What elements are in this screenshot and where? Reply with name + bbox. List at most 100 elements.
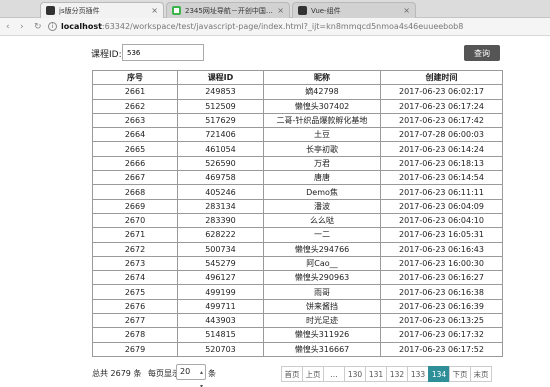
- table-row: 2674 496127 懒惶头290963 2017-06-23 06:16:27: [92, 270, 503, 286]
- table-row: 2662 512509 懒惶头307402 2017-06-23 06:17:24: [92, 98, 503, 114]
- cell-created-time: 2017-06-23 06:16:27: [380, 270, 503, 286]
- table-row: 2679 520703 懒惶头316667 2017-06-23 06:17:52: [92, 341, 503, 357]
- cell-course-id: 249853: [177, 84, 264, 100]
- cell-nickname: 懒惶头307402: [263, 98, 381, 114]
- table-row: 2676 499711 饼来酱挡 2017-06-23 06:16:39: [92, 298, 503, 315]
- cell-index: 2676: [92, 298, 178, 315]
- cell-course-id: 514815: [177, 327, 264, 343]
- cell-index: 2665: [92, 141, 178, 157]
- cell-created-time: 2017-06-23 06:14:24: [380, 141, 503, 157]
- per-page-select[interactable]: 20 ▴ ▾: [176, 364, 206, 387]
- page-favicon-icon: [298, 6, 307, 15]
- cell-index: 2678: [92, 327, 178, 343]
- cell-course-id: 461054: [177, 141, 264, 157]
- cell-created-time: 2017-06-23 06:04:09: [380, 198, 503, 214]
- cell-created-time: 2017-06-23 06:17:42: [380, 112, 503, 129]
- table-row: 2678 514815 懒惶头311926 2017-06-23 06:17:32: [92, 327, 503, 343]
- table-row: 2670 283390 么么哒 2017-06-23 06:04:10: [92, 212, 503, 229]
- cell-nickname: 阿Cao__: [263, 255, 381, 272]
- cell-nickname: 唐唐: [263, 170, 381, 186]
- cell-created-time: 2017-07-28 06:00:03: [380, 127, 503, 143]
- cell-index: 2672: [92, 241, 178, 257]
- cell-index: 2677: [92, 313, 178, 329]
- cell-index: 2668: [92, 184, 178, 200]
- cell-course-id: 499711: [177, 298, 264, 315]
- cell-created-time: 2017-06-23 06:11:11: [380, 184, 503, 200]
- table-row: 2668 405246 Demo焦 2017-06-23 06:11:11: [92, 184, 503, 200]
- cell-nickname: 懒惶头316667: [263, 341, 381, 357]
- page-favicon-icon: [172, 6, 181, 15]
- cell-created-time: 2017-06-23 16:00:30: [380, 255, 503, 272]
- cell-index: 2673: [92, 255, 178, 272]
- cell-course-id: 469758: [177, 170, 264, 186]
- cell-nickname: 二哥-针织品爆款孵化基地: [263, 112, 381, 129]
- close-icon[interactable]: ×: [403, 6, 410, 15]
- course-id-input[interactable]: [122, 44, 204, 61]
- cell-nickname: 懒惶头294766: [263, 241, 381, 257]
- cell-index: 2679: [92, 341, 178, 357]
- cell-index: 2662: [92, 98, 178, 114]
- table-row: 2677 443903 时光足迹 2017-06-23 06:13:25: [92, 313, 503, 329]
- cell-nickname: 么么哒: [263, 212, 381, 229]
- cell-index: 2669: [92, 198, 178, 214]
- cell-course-id: 628222: [177, 227, 264, 243]
- table-row: 2675 499199 雨哥 2017-06-23 06:16:38: [92, 284, 503, 300]
- table-row: 2669 283134 潘波 2017-06-23 06:04:09: [92, 198, 503, 214]
- cell-created-time: 2017-06-23 06:17:24: [380, 98, 503, 114]
- cell-course-id: 526590: [177, 155, 264, 172]
- search-button[interactable]: 查询: [464, 45, 500, 61]
- table-row: 2664 721406 土豆 2017-07-28 06:00:03: [92, 127, 503, 143]
- page-favicon-icon: [46, 6, 55, 15]
- cell-nickname: 时光足迹: [263, 313, 381, 329]
- table-row: 2666 526590 万君 2017-06-23 06:18:13: [92, 155, 503, 172]
- pager-page-134[interactable]: 134: [428, 366, 450, 382]
- cell-course-id: 499199: [177, 284, 264, 300]
- info-icon[interactable]: i: [48, 22, 57, 31]
- column-header-nickname: 昵称: [263, 69, 381, 86]
- cell-created-time: 2017-06-23 06:17:32: [380, 327, 503, 343]
- pager-page-130[interactable]: 130: [344, 366, 366, 382]
- cell-nickname: 饼来酱挡: [263, 298, 381, 315]
- forward-arrow-icon[interactable]: ›: [20, 22, 30, 32]
- cell-created-time: 2017-06-23 06:17:52: [380, 341, 503, 357]
- cell-course-id: 443903: [177, 313, 264, 329]
- cell-nickname: 潘波: [263, 198, 381, 214]
- browser-tab[interactable]: js版分页插件 ×: [40, 2, 164, 18]
- cell-index: 2670: [92, 212, 178, 229]
- cell-course-id: 496127: [177, 270, 264, 286]
- pagination: 首页 上页... 130 131 132 133 134 下页 末页: [281, 366, 492, 382]
- pager-prev[interactable]: 上页: [302, 366, 324, 382]
- cell-created-time: 2017-06-23 06:16:38: [380, 284, 503, 300]
- pager-last[interactable]: 末页: [470, 366, 492, 382]
- per-page-value: 20: [180, 367, 191, 376]
- cell-nickname: Demo焦: [263, 184, 381, 200]
- cell-created-time: 2017-06-23 06:02:17: [380, 84, 503, 100]
- cell-created-time: 2017-06-23 06:13:25: [380, 313, 503, 329]
- cell-index: 2663: [92, 112, 178, 129]
- table-header-row: 序号 课程ID 昵称 创建时间: [92, 69, 503, 86]
- address-bar[interactable]: ‹ › ↻ i localhost:63342/workspace/test/j…: [0, 18, 550, 36]
- cell-created-time: 2017-06-23 06:16:43: [380, 241, 503, 257]
- pager-page-132[interactable]: 132: [386, 366, 408, 382]
- cell-course-id: 500734: [177, 241, 264, 257]
- browser-tab[interactable]: 2345网址导航－开创中国百年品牌 ×: [166, 2, 290, 18]
- back-arrow-icon[interactable]: ‹: [6, 22, 16, 32]
- pager-next[interactable]: 下页: [449, 366, 471, 382]
- close-icon[interactable]: ×: [151, 6, 158, 15]
- cell-nickname: 雨哥: [263, 284, 381, 300]
- cell-nickname: 嫡42798: [263, 84, 381, 100]
- pager-page-133[interactable]: 133: [407, 366, 429, 382]
- cell-nickname: 长亭初歌: [263, 141, 381, 157]
- close-icon[interactable]: ×: [277, 6, 284, 15]
- cell-nickname: 懒惶头311926: [263, 327, 381, 343]
- cell-created-time: 2017-06-23 06:18:13: [380, 155, 503, 172]
- reload-icon[interactable]: ↻: [34, 22, 44, 32]
- table-row: 2661 249853 嫡42798 2017-06-23 06:02:17: [92, 84, 503, 100]
- url-host: localhost: [61, 22, 102, 31]
- cell-nickname: 万君: [263, 155, 381, 172]
- per-page-unit: 条: [208, 369, 216, 378]
- browser-tab[interactable]: Vue-组件 ×: [292, 2, 416, 18]
- cell-created-time: 2017-06-23 16:05:31: [380, 227, 503, 243]
- pager-page-131[interactable]: 131: [365, 366, 387, 382]
- pager-first[interactable]: 首页: [281, 366, 303, 382]
